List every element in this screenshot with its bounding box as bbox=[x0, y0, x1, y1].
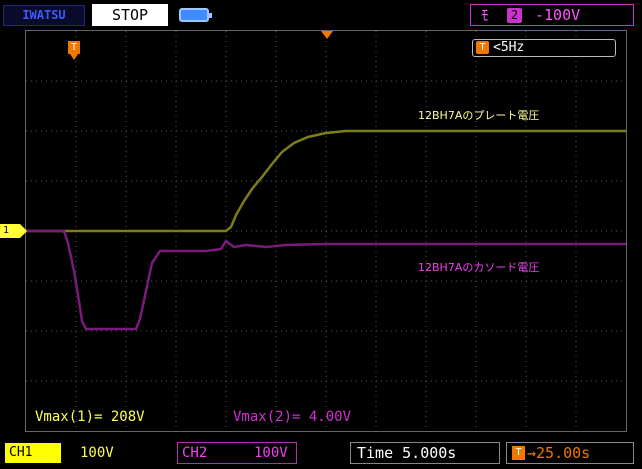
waveform-display: T <5Hz T 12BH7Aのプレート電圧 12BH7Aのカソード電圧 Vma… bbox=[25, 30, 627, 432]
trigger-delay-value: →25.00s bbox=[527, 444, 591, 462]
trigger-source: 2 bbox=[507, 8, 522, 23]
ch1-scale: 100V bbox=[80, 445, 114, 461]
ch1-tag[interactable]: CH1 bbox=[5, 443, 61, 463]
trigger-frequency: <5Hz bbox=[493, 40, 525, 55]
timebase-setting[interactable]: Time 5.000s bbox=[350, 442, 500, 464]
bottom-status-bar: CH1 100V CH2 100V Time 5.000s T →25.00s bbox=[0, 440, 642, 469]
ch2-settings[interactable]: CH2 100V bbox=[177, 442, 297, 464]
ch1-ground-marker[interactable]: 1 bbox=[0, 224, 27, 238]
timebase-value: Time 5.000s bbox=[357, 444, 457, 462]
trigger-settings[interactable]: ﾓ 2 -100V bbox=[470, 4, 634, 26]
brand-logo: IWATSU bbox=[3, 5, 85, 26]
ch2-annotation: 12BH7Aのカソード電圧 bbox=[418, 261, 540, 274]
ch2-trace bbox=[26, 229, 626, 331]
run-stop-indicator[interactable]: STOP bbox=[92, 4, 168, 26]
ch1-vmax-readout: Vmax(1)= 208V bbox=[35, 409, 145, 425]
ch2-tag: CH2 bbox=[182, 445, 208, 461]
trigger-delay-setting[interactable]: T →25.00s bbox=[506, 442, 634, 464]
trigger-level: -100V bbox=[535, 6, 581, 24]
trigger-icon: T bbox=[476, 41, 489, 54]
waveform-grid bbox=[26, 31, 626, 431]
trigger-position-icon[interactable]: T bbox=[68, 41, 80, 60]
top-status-bar: IWATSU STOP ﾓ 2 -100V bbox=[0, 0, 642, 30]
ch1-annotation: 12BH7Aのプレート電圧 bbox=[418, 109, 540, 122]
trigger-center-marker-icon bbox=[321, 31, 333, 39]
ch2-vmax-readout: Vmax(2)= 4.00V bbox=[233, 409, 352, 425]
battery-icon bbox=[179, 8, 212, 22]
trigger-frequency-box: T <5Hz bbox=[472, 39, 616, 57]
ch2-scale: 100V bbox=[254, 445, 288, 461]
trigger-edge-icon: ﾓ bbox=[481, 6, 489, 24]
trigger-icon: T bbox=[512, 446, 525, 460]
